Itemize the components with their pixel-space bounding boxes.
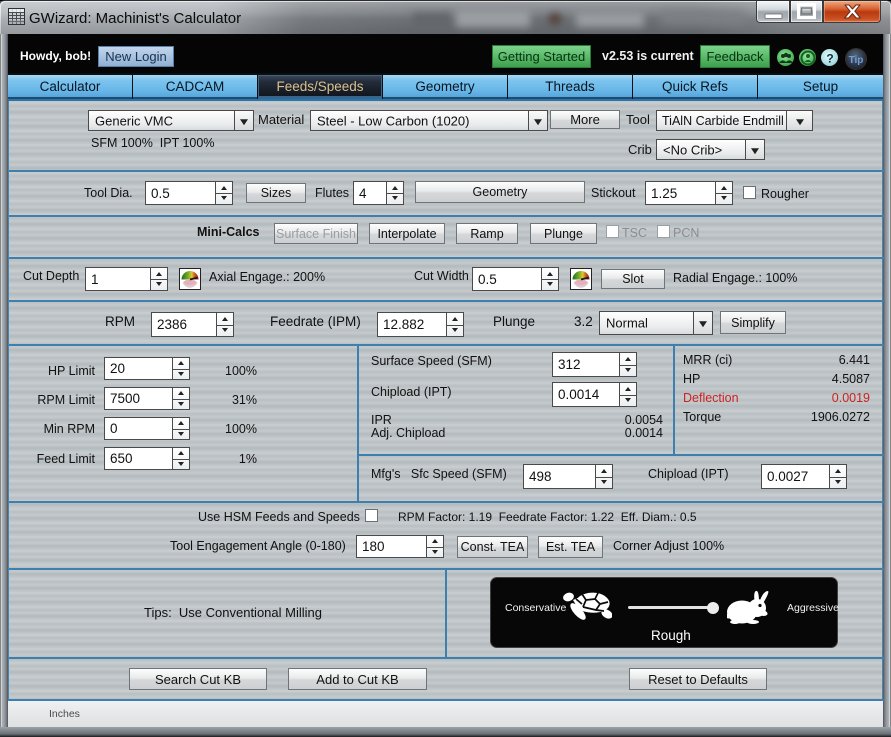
svg-text:?: ? [826, 52, 833, 66]
svg-text:Tip: Tip [849, 55, 864, 66]
